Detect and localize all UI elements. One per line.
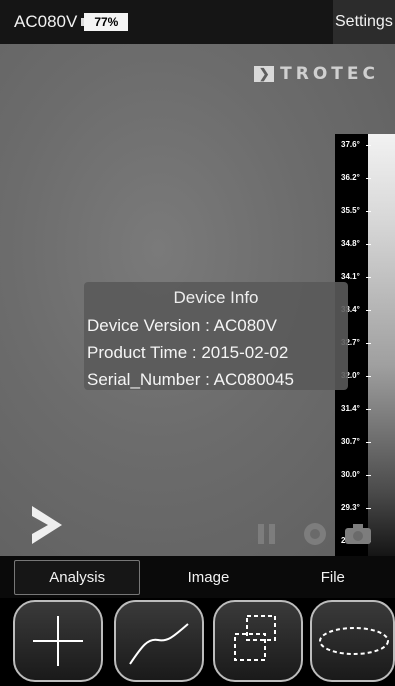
scale-tick: 29.3°: [341, 503, 371, 512]
brand-logo: ❯ TROTEC: [254, 64, 379, 84]
camera-icon[interactable]: [342, 520, 374, 548]
product-time: Product Time : 2015-02-02: [87, 343, 289, 362]
battery-percentage: 77%: [84, 13, 129, 31]
tab-analysis[interactable]: Analysis: [14, 560, 141, 595]
settings-button[interactable]: Settings: [333, 0, 395, 44]
scale-tick: 35.5°: [341, 206, 371, 215]
ellipse-icon: [319, 627, 389, 655]
scale-tick: 34.1°: [341, 272, 371, 281]
scale-tick: 30.0°: [341, 470, 371, 479]
analysis-toolbar: [0, 598, 395, 686]
scale-tick: 30.7°: [341, 437, 371, 446]
device-info-panel: Device Info Device Version : AC080V Prod…: [84, 282, 348, 390]
curve-line-icon: [129, 623, 189, 665]
serial-number: Serial_Number : AC080045: [87, 370, 294, 389]
scale-tick: 34.8°: [341, 239, 371, 248]
device-info-title: Device Info: [173, 288, 259, 307]
point-measure-button[interactable]: [13, 600, 103, 682]
brand-arrow-icon: ❯: [254, 66, 275, 82]
scale-tick: 31.4°: [341, 404, 371, 413]
brand-name: TROTEC: [280, 64, 379, 84]
mode-tabs: Analysis Image File: [0, 556, 395, 598]
crosshair-icon: [33, 616, 83, 666]
record-icon[interactable]: [301, 520, 329, 548]
line-measure-button[interactable]: [114, 600, 204, 682]
area-measure-button[interactable]: [213, 600, 303, 682]
device-name: AC080V: [14, 12, 78, 31]
thermal-image-view[interactable]: ❯ TROTEC 37.6° 36.2° 35.5° 34.8° 34.1° 3…: [0, 44, 395, 556]
overlapping-rectangles-icon: [234, 615, 276, 661]
tab-file[interactable]: File: [271, 556, 395, 598]
battery-indicator: 77%: [81, 13, 129, 31]
pause-icon[interactable]: [254, 520, 280, 548]
ellipse-measure-button[interactable]: [310, 600, 395, 682]
expand-panel-chevron-icon[interactable]: [30, 504, 64, 546]
device-version: Device Version : AC080V: [87, 316, 277, 335]
scale-tick: 36.2°: [341, 173, 371, 182]
tab-image[interactable]: Image: [146, 556, 270, 598]
scale-tick: 37.6°: [341, 140, 371, 149]
top-bar: AC080V 77% Settings: [0, 0, 395, 44]
